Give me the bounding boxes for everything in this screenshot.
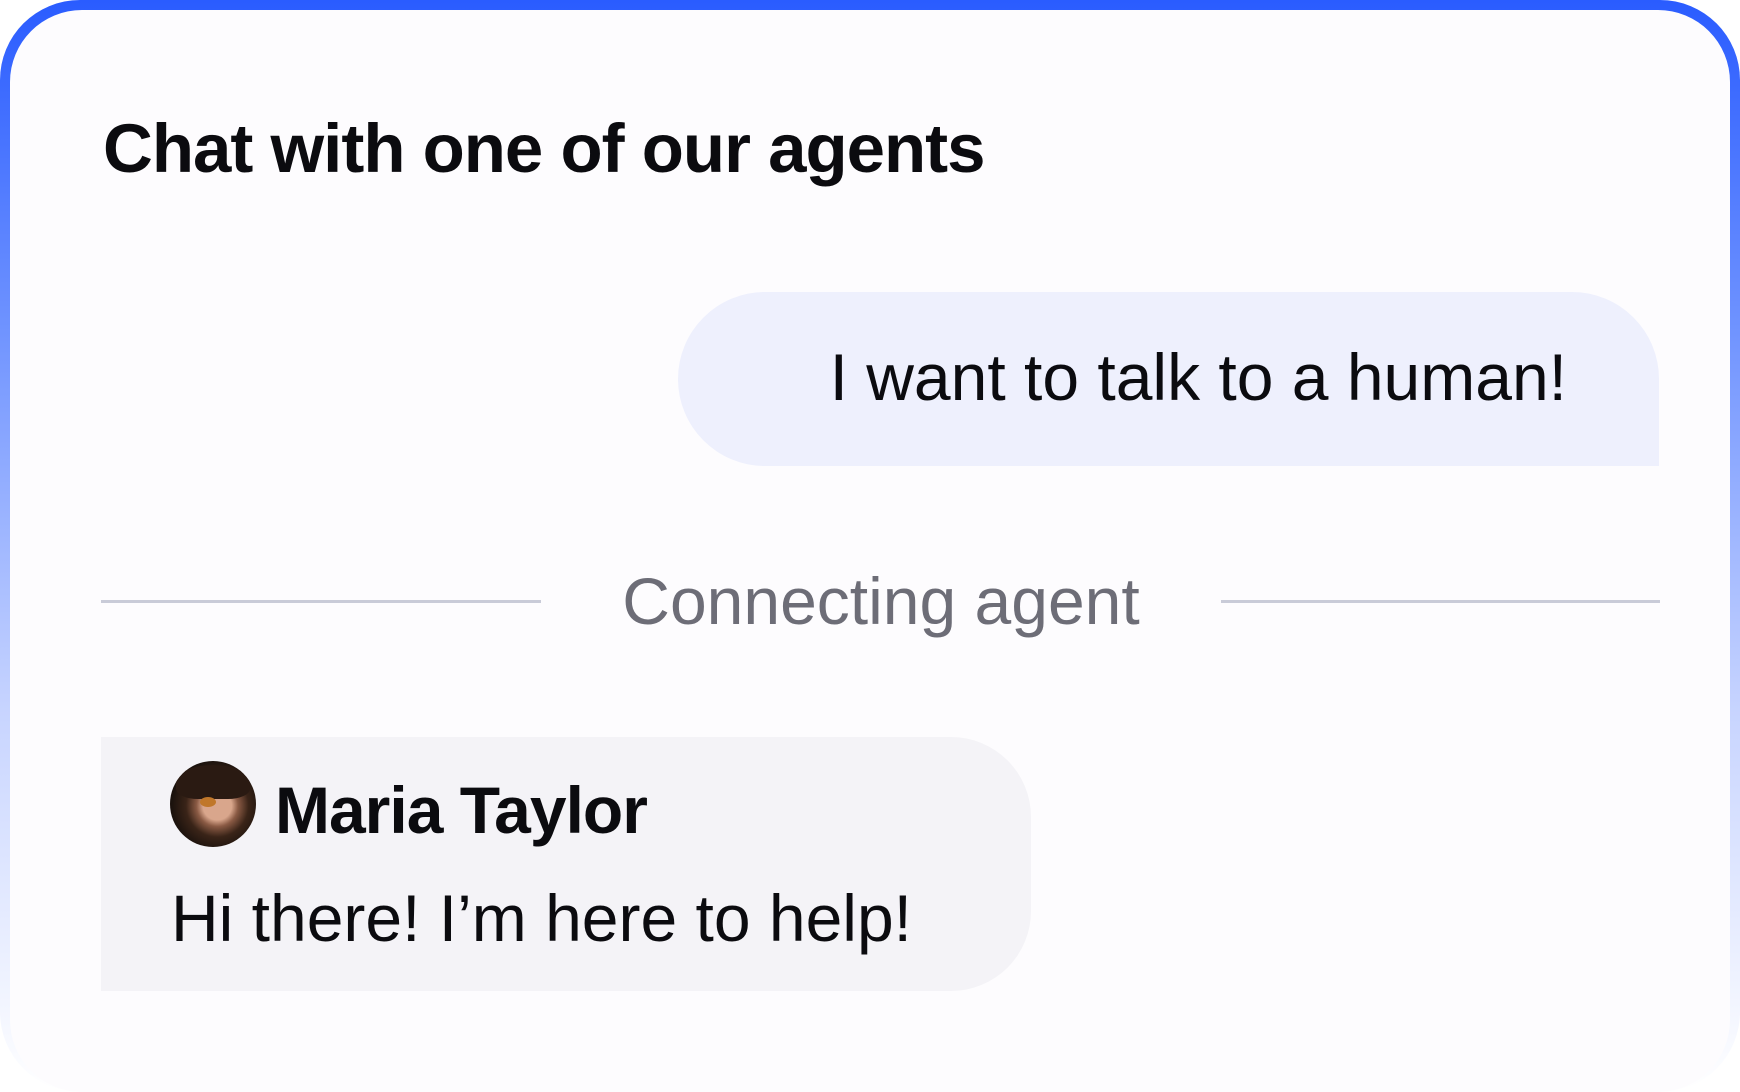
user-message-bubble: I want to talk to a human! xyxy=(678,292,1659,466)
chat-title: Chat with one of our agents xyxy=(103,110,985,187)
avatar-hair-shape xyxy=(176,765,250,799)
agent-name: Maria Taylor xyxy=(275,773,648,847)
connecting-status-label: Connecting agent xyxy=(622,564,1140,638)
agent-message-text: Hi there! I’m here to help! xyxy=(171,881,913,955)
agent-message-bubble: Maria Taylor Hi there! I’m here to help! xyxy=(101,737,1031,991)
agent-avatar xyxy=(170,761,256,847)
chat-card: Chat with one of our agents I want to ta… xyxy=(10,10,1730,1092)
status-divider-right xyxy=(1221,600,1660,603)
avatar-eye-shape xyxy=(200,797,216,807)
user-message-text: I want to talk to a human! xyxy=(829,340,1567,414)
status-divider-left xyxy=(101,600,541,603)
